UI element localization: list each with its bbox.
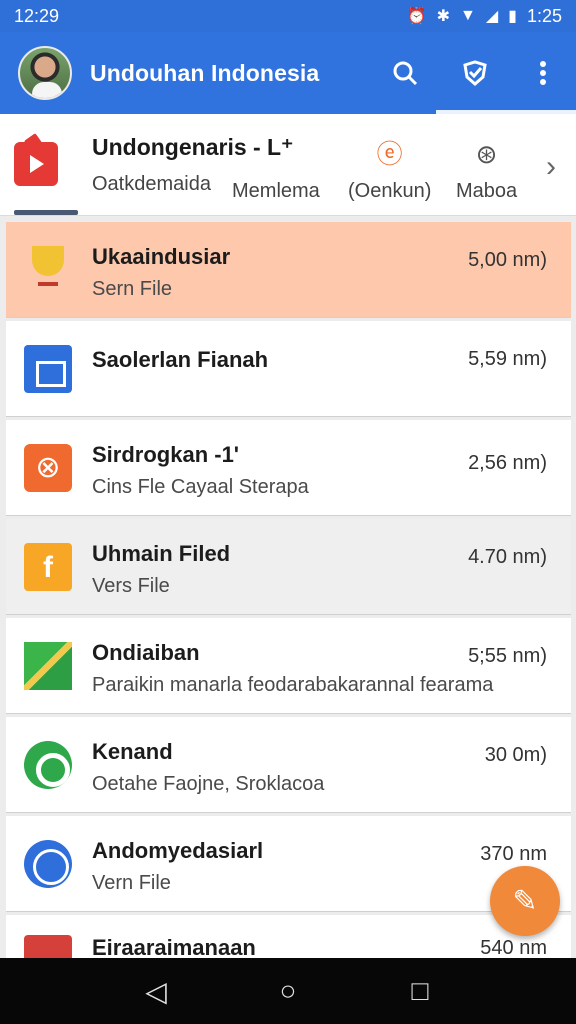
yellow-folder-icon — [24, 543, 72, 591]
category-item-label: (Oenkun) — [348, 180, 432, 202]
file-name: Uhmain Filed — [92, 541, 231, 566]
file-size: 370 nm — [480, 843, 547, 865]
app-title: Undouhan Indonesia — [90, 59, 320, 86]
category-tab-indicator — [14, 210, 78, 215]
file-list: Ukaaindusiar Sern File 5,00 nm) Saolerla… — [6, 222, 571, 964]
app-actions — [370, 32, 576, 114]
compass-icon: ⊛ — [475, 139, 498, 169]
orange-camera-icon — [24, 444, 72, 492]
trophy-icon — [32, 246, 64, 286]
list-item[interactable]: Eiraaraimanaan 540 nm — [6, 915, 571, 961]
file-desc: Paraikin manarla feodarabakarannal feara… — [92, 674, 494, 696]
more-vert-icon[interactable] — [510, 32, 576, 114]
file-size: 5,00 nm) — [468, 249, 547, 271]
chevron-right-icon[interactable]: › — [546, 150, 556, 184]
category-item-4[interactable]: ⊛ Maboa — [456, 140, 517, 203]
list-item[interactable]: Sirdrogkan -1' Cins Fle Cayaal Sterapa 2… — [6, 420, 571, 516]
file-size: 2,56 nm) — [468, 452, 547, 474]
green-circle-icon — [24, 741, 72, 789]
file-name: Ukaaindusiar — [92, 244, 231, 269]
shield-check-icon[interactable] — [440, 32, 510, 114]
file-desc: Oetahe Faojne, Sroklacoa — [92, 773, 325, 795]
battery-icon: ▮ — [508, 8, 517, 25]
status-icons: ⏰ ✱ ▼ ◢ ▮ 1:25 — [407, 6, 562, 27]
status-time: 12:29 — [14, 5, 60, 26]
category-bar: Undongenaris - L⁺ Oatkdemaida Memlema ⓔ … — [0, 114, 576, 216]
list-item[interactable]: Saolerlan Fianah 5,59 nm) — [6, 321, 571, 417]
recents-icon[interactable]: □ — [400, 975, 440, 1007]
file-size: 4.70 nm) — [468, 546, 547, 568]
file-name: Sirdrogkan -1' — [92, 442, 240, 467]
green-map-icon — [24, 642, 72, 690]
home-icon[interactable]: ○ — [268, 975, 308, 1007]
wifi-icon: ▼ — [459, 7, 476, 24]
bluetooth-icon: ✱ — [436, 8, 450, 25]
list-item[interactable]: Uhmain Filed Vers File 4.70 nm) — [6, 519, 571, 615]
category-item-label: Memlema — [232, 180, 320, 202]
file-name: Andomyedasiarl — [92, 838, 264, 863]
avatar[interactable] — [18, 46, 72, 100]
category-item-label: Maboa — [456, 180, 518, 202]
file-name: Saolerlan Fianah — [92, 347, 269, 372]
system-nav-bar: ◁ ○ □ — [0, 958, 576, 1024]
list-item[interactable]: Ondiaiban Paraikin manarla feodarabakara… — [6, 618, 571, 714]
back-icon[interactable]: ◁ — [136, 975, 176, 1008]
status-bar: 12:29 ⏰ ✱ ▼ ◢ ▮ 1:25 — [0, 0, 576, 32]
file-desc: Vers File — [92, 575, 170, 597]
file-desc: Sern File — [92, 278, 173, 300]
file-size: 540 nm — [480, 937, 547, 959]
blue-folder-icon — [24, 345, 72, 393]
list-item[interactable]: Andomyedasiarl Vern File 370 nm — [6, 816, 571, 912]
file-size: 5,59 nm) — [468, 348, 547, 370]
category-item-2[interactable]: Memlema — [232, 140, 320, 203]
video-folder-icon — [14, 142, 58, 186]
blue-circle-icon — [24, 840, 72, 888]
search-icon[interactable] — [370, 32, 440, 114]
orange-circle-icon: ⓔ — [376, 139, 403, 169]
edit-fab-button[interactable]: ✎ — [490, 866, 560, 936]
category-item-3[interactable]: ⓔ (Oenkun) — [348, 140, 431, 203]
app-bar: Undouhan Indonesia — [0, 32, 576, 114]
file-size: 5;55 nm) — [468, 645, 547, 667]
file-desc: Cins Fle Cayaal Sterapa — [92, 476, 309, 498]
file-name: Ondiaiban — [92, 640, 200, 665]
list-item[interactable]: Ukaaindusiar Sern File 5,00 nm) — [6, 222, 571, 318]
file-size: 30 0m) — [484, 744, 547, 766]
signal-icon: ◢ — [485, 8, 499, 25]
alarm-icon: ⏰ — [406, 8, 427, 25]
file-desc: Vern File — [92, 872, 171, 894]
list-item[interactable]: Kenand Oetahe Faojne, Sroklacoa 30 0m) — [6, 717, 571, 813]
status-right-time: 1:25 — [526, 5, 562, 26]
edit-icon: ✎ — [512, 884, 538, 918]
file-name: Kenand — [92, 739, 173, 764]
